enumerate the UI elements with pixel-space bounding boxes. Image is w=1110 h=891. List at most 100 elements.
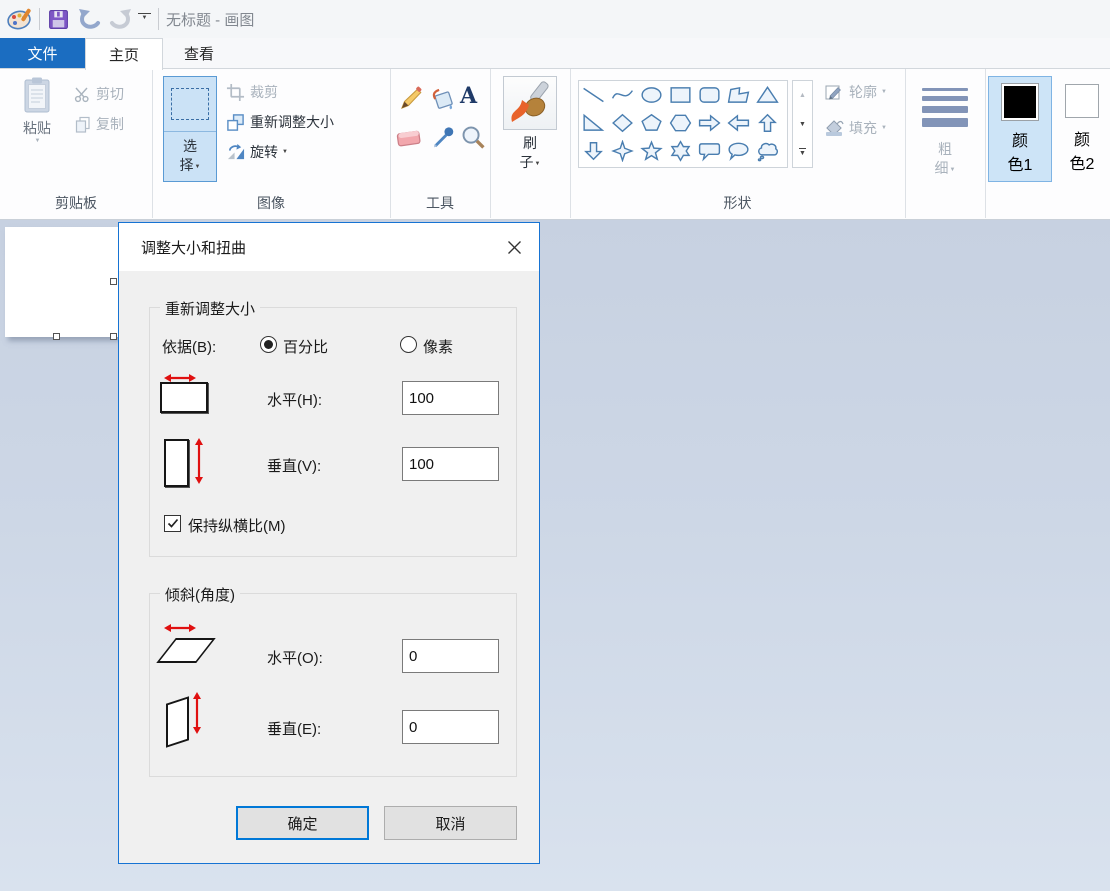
- cancel-button[interactable]: 取消: [384, 806, 517, 840]
- shape-pentagon-icon[interactable]: [637, 109, 666, 137]
- save-icon[interactable]: [46, 7, 70, 31]
- ribbon-tab-bar: 文件 主页 查看: [0, 38, 1110, 69]
- shape-right-triangle-icon[interactable]: [579, 109, 608, 137]
- fill-button[interactable]: 填充 ▼: [824, 118, 887, 138]
- canvas-resize-handle-right[interactable]: [110, 278, 117, 285]
- select-button[interactable]: 选 择▼: [163, 76, 217, 182]
- resize-horizontal-label: 水平(H):: [267, 389, 322, 410]
- aspect-checkbox[interactable]: [164, 515, 181, 532]
- resize-by-label: 依据(B):: [162, 336, 216, 357]
- group-colors: 颜 色1 颜 色2: [985, 68, 1110, 218]
- undo-icon[interactable]: [76, 7, 104, 31]
- skew-horizontal-arrow-icon: [164, 620, 196, 638]
- fill-label: 填充: [849, 118, 877, 138]
- shape-triangle-icon[interactable]: [753, 81, 782, 109]
- outline-icon: [824, 82, 844, 102]
- shapes-scroll-down-button[interactable]: ▼: [793, 110, 812, 139]
- paste-button[interactable]: 粘贴 ▼: [8, 76, 66, 144]
- line-thickness-icon: [922, 88, 968, 132]
- eraser-tool-button[interactable]: [396, 126, 424, 153]
- resize-skew-dialog: 调整大小和扭曲 重新调整大小 依据(B): 百分比 像素 水平(H):: [118, 222, 540, 864]
- shape-left-arrow-icon[interactable]: [724, 109, 753, 137]
- shape-down-arrow-icon[interactable]: [579, 137, 608, 165]
- dialog-title-bar: 调整大小和扭曲: [119, 223, 539, 271]
- fill-icon: [824, 118, 844, 138]
- shape-hexagon-icon[interactable]: [666, 109, 695, 137]
- skew-vertical-parallelogram-icon: [166, 696, 189, 747]
- scissors-icon: [74, 86, 91, 103]
- copy-button[interactable]: 复制: [74, 114, 124, 134]
- shape-curve-icon[interactable]: [608, 81, 637, 109]
- tab-home[interactable]: 主页: [85, 38, 163, 70]
- rotate-icon: [226, 143, 245, 162]
- magnifier-tool-button[interactable]: [460, 124, 486, 155]
- shapes-scroll-up-button[interactable]: ▲: [793, 81, 812, 110]
- resize-label: 重新调整大小: [250, 112, 334, 132]
- pixels-radio[interactable]: [400, 336, 417, 353]
- customize-qat-dropdown-icon[interactable]: ▼: [138, 13, 151, 20]
- paste-icon: [21, 76, 53, 119]
- skew-vertical-input[interactable]: [402, 710, 499, 744]
- clipboard-group-label: 剪贴板: [0, 193, 152, 213]
- ribbon: 粘贴 ▼ 剪切 复制 剪贴板: [0, 68, 1110, 220]
- resize-horizontal-input[interactable]: [402, 381, 499, 415]
- group-brush: 刷 子▼: [490, 68, 571, 218]
- outline-dropdown-icon: ▼: [881, 89, 887, 95]
- color2-button[interactable]: 颜 色2: [1057, 76, 1107, 182]
- resize-button[interactable]: 重新调整大小: [226, 112, 334, 132]
- color1-button[interactable]: 颜 色1: [988, 76, 1052, 182]
- brush-button[interactable]: 刷 子▼: [498, 76, 562, 174]
- crop-button[interactable]: 裁剪: [226, 82, 278, 102]
- tab-file[interactable]: 文件: [0, 38, 85, 68]
- text-tool-button[interactable]: A: [460, 84, 477, 108]
- resize-vertical-input[interactable]: [402, 447, 499, 481]
- skew-groupbox: 倾斜(角度) 水平(O): 垂直(E):: [149, 593, 517, 777]
- qat-separator: [39, 8, 40, 30]
- group-clipboard: 粘贴 ▼ 剪切 复制 剪贴板: [0, 68, 153, 218]
- shape-rounded-rectangle-icon[interactable]: [695, 81, 724, 109]
- skew-vertical-arrow-icon: [192, 692, 202, 739]
- shape-six-point-star-icon[interactable]: [666, 137, 695, 165]
- shape-up-arrow-icon[interactable]: [753, 109, 782, 137]
- dialog-title: 调整大小和扭曲: [141, 223, 246, 271]
- tab-view[interactable]: 查看: [161, 38, 237, 68]
- skew-vertical-label: 垂直(E):: [267, 718, 321, 739]
- shape-scrollbar: ▲ ▼ ▼: [792, 80, 813, 168]
- paste-dropdown-icon: ▼: [35, 138, 41, 144]
- percentage-radio-label: 百分比: [283, 336, 328, 357]
- outline-button[interactable]: 轮廓 ▼: [824, 82, 887, 102]
- paste-label: 粘贴: [23, 119, 51, 138]
- shapes-expand-button[interactable]: ▼: [793, 138, 812, 167]
- cut-button[interactable]: 剪切: [74, 84, 124, 104]
- redo-icon[interactable]: [106, 7, 134, 31]
- shape-rounded-rectangular-callout-icon[interactable]: [695, 137, 724, 165]
- close-icon[interactable]: [495, 231, 533, 263]
- shape-line-icon[interactable]: [579, 81, 608, 109]
- canvas-resize-handle-corner[interactable]: [110, 333, 117, 340]
- canvas-resize-handle-bottom[interactable]: [53, 333, 60, 340]
- skew-legend: 倾斜(角度): [160, 584, 240, 605]
- percentage-radio[interactable]: [260, 336, 277, 353]
- shape-oval-callout-icon[interactable]: [724, 137, 753, 165]
- qat-separator: [158, 8, 159, 30]
- shape-right-arrow-icon[interactable]: [695, 109, 724, 137]
- rotate-button[interactable]: 旋转 ▼: [226, 142, 288, 162]
- size-button[interactable]: 粗 细▼: [915, 76, 975, 180]
- shape-oval-icon[interactable]: [637, 81, 666, 109]
- shape-polygon-icon[interactable]: [724, 81, 753, 109]
- color-picker-tool-button[interactable]: [430, 124, 456, 155]
- shape-four-point-star-icon[interactable]: [608, 137, 637, 165]
- shape-diamond-icon[interactable]: [608, 109, 637, 137]
- rotate-dropdown-icon: ▼: [282, 149, 288, 155]
- resize-legend: 重新调整大小: [160, 298, 260, 319]
- shape-rectangle-icon[interactable]: [666, 81, 695, 109]
- fill-with-color-tool-button[interactable]: [430, 86, 456, 117]
- pencil-tool-button[interactable]: [398, 86, 424, 117]
- select-marquee-icon: [164, 77, 216, 131]
- size-dropdown-icon: ▼: [950, 167, 956, 173]
- shape-cloud-callout-icon[interactable]: [753, 137, 782, 165]
- ok-button[interactable]: 确定: [236, 806, 369, 840]
- skew-horizontal-input[interactable]: [402, 639, 499, 673]
- shape-five-point-star-icon[interactable]: [637, 137, 666, 165]
- drawing-canvas[interactable]: [5, 227, 118, 337]
